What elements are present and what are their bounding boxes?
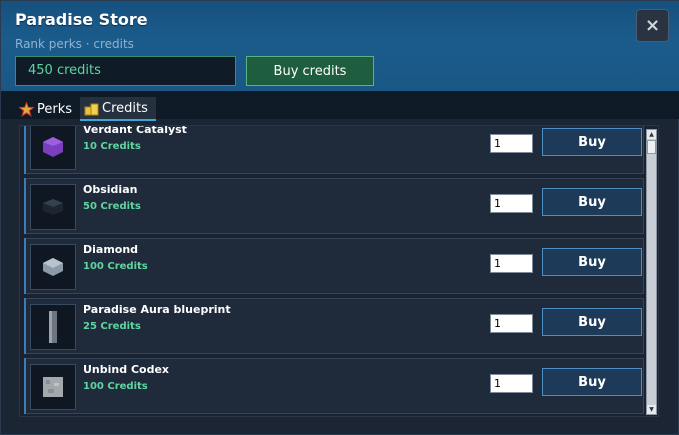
star-icon — [19, 101, 34, 117]
item-price: 100 Credits — [83, 381, 148, 392]
tab-perks-label: Perks — [37, 101, 73, 117]
store-window: Paradise Store Rank perks · credits × 45… — [0, 0, 679, 435]
quantity-input[interactable] — [490, 374, 533, 393]
window-title: Paradise Store — [15, 10, 148, 29]
purple-gem-icon — [43, 137, 63, 157]
diamond-block-icon — [43, 258, 63, 276]
tab-credits-label: Credits — [102, 100, 148, 116]
list-scrollbar[interactable]: ▲ ▼ — [646, 129, 657, 415]
item-thumbnail — [30, 244, 76, 290]
credit-balance-field: 450 credits — [15, 56, 236, 86]
item-name: Diamond — [83, 243, 139, 256]
tab-perks[interactable]: Perks — [15, 97, 76, 121]
item-price: 100 Credits — [83, 261, 148, 272]
list-item: Diamond 100 Credits Buy — [24, 238, 644, 294]
list-item: Paradise Aura blueprint 25 Credits Buy — [24, 298, 644, 354]
window-subtitle: Rank perks · credits — [15, 37, 134, 51]
obsidian-block-icon — [43, 199, 63, 215]
quantity-input[interactable] — [490, 254, 533, 273]
item-thumbnail — [30, 184, 76, 230]
item-name: Paradise Aura blueprint — [83, 303, 231, 316]
list-item: Unbind Codex 100 Credits Buy — [24, 358, 644, 414]
tab-credits[interactable]: Credits — [80, 97, 156, 121]
item-name: Verdant Catalyst — [83, 125, 187, 136]
item-price: 50 Credits — [83, 201, 141, 212]
scroll-down-icon[interactable]: ▼ — [647, 405, 656, 414]
item-thumbnail — [30, 364, 76, 410]
product-list: Verdant Catalyst 10 Credits Buy Obsidian… — [19, 125, 659, 417]
buy-button[interactable]: Buy — [542, 368, 642, 396]
item-name: Obsidian — [83, 183, 138, 196]
item-price: 25 Credits — [83, 321, 141, 332]
scroll-up-icon[interactable]: ▲ — [647, 130, 656, 139]
close-button[interactable]: × — [636, 9, 669, 42]
item-thumbnail — [30, 126, 76, 170]
item-name: Unbind Codex — [83, 363, 170, 376]
close-icon: × — [644, 15, 661, 36]
buy-button[interactable]: Buy — [542, 188, 642, 216]
quantity-input[interactable] — [490, 134, 533, 153]
list-item: Verdant Catalyst 10 Credits Buy — [24, 125, 644, 174]
codex-block-icon — [43, 377, 63, 397]
buy-button[interactable]: Buy — [542, 128, 642, 156]
buy-credits-button[interactable]: Buy credits — [246, 56, 374, 86]
coins-icon — [84, 103, 99, 115]
quantity-input[interactable] — [490, 194, 533, 213]
buy-button[interactable]: Buy — [542, 248, 642, 276]
list-item: Obsidian 50 Credits Buy — [24, 178, 644, 234]
item-thumbnail — [30, 304, 76, 350]
quantity-input[interactable] — [490, 314, 533, 333]
item-price: 10 Credits — [83, 141, 141, 152]
buy-button[interactable]: Buy — [542, 308, 642, 336]
blueprint-pillar-icon — [49, 311, 57, 343]
store-header: Paradise Store Rank perks · credits × 45… — [1, 1, 679, 91]
scroll-thumb[interactable] — [647, 140, 656, 154]
